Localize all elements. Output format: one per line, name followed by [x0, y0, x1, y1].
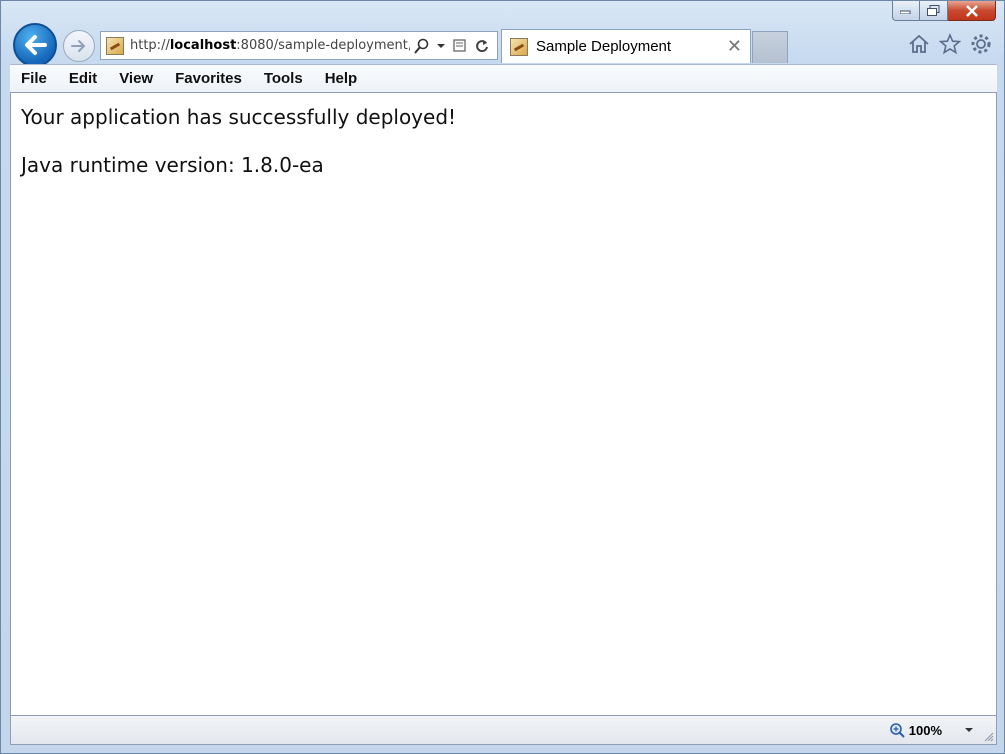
caption-buttons — [892, 1, 996, 21]
menu-file[interactable]: File — [10, 70, 58, 87]
status-bar: 100% — [10, 715, 997, 745]
close-icon — [965, 4, 978, 17]
back-button[interactable] — [13, 23, 57, 67]
search-icon[interactable] — [414, 38, 430, 54]
menu-bar: File Edit View Favorites Tools Help — [10, 64, 997, 93]
site-favicon — [106, 36, 124, 55]
settings-gear-icon[interactable] — [970, 33, 992, 55]
tab-favicon — [510, 37, 528, 56]
url-host: localhost — [169, 38, 237, 53]
menu-tools[interactable]: Tools — [253, 70, 314, 87]
page-content: Your application has successfully deploy… — [10, 93, 997, 715]
zoom-level: 100% — [908, 722, 942, 738]
java-version-text: Java runtime version: 1.8.0-ea — [21, 153, 324, 177]
minimize-icon — [900, 10, 911, 14]
zoom-icon — [889, 723, 905, 738]
restore-icon — [926, 4, 939, 16]
menu-view[interactable]: View — [108, 70, 164, 87]
close-window-button[interactable] — [948, 1, 996, 21]
menu-edit[interactable]: Edit — [58, 70, 108, 87]
url-path: :8080/sample-deployment, — [236, 38, 410, 53]
tab-title: Sample Deployment — [536, 38, 672, 55]
browser-window: http://localhost:8080/sample-deployment,… — [0, 0, 1005, 754]
resize-grip-icon[interactable] — [984, 732, 994, 742]
refresh-icon[interactable] — [474, 38, 490, 54]
menu-help[interactable]: Help — [314, 70, 369, 87]
zoom-dropdown-icon[interactable] — [964, 726, 974, 734]
forward-arrow-icon — [71, 40, 86, 52]
address-bar[interactable]: http://localhost:8080/sample-deployment, — [100, 31, 498, 60]
new-tab-button[interactable] — [752, 31, 788, 63]
restore-button[interactable] — [920, 1, 948, 21]
home-icon[interactable] — [908, 34, 930, 54]
dropdown-icon[interactable] — [436, 42, 446, 50]
tab-close-button[interactable]: ✕ — [727, 36, 742, 57]
zoom-control[interactable]: 100% — [889, 722, 974, 738]
compatibility-icon[interactable] — [452, 38, 468, 54]
url-scheme: http:// — [130, 38, 170, 53]
deploy-success-message: Your application has successfully deploy… — [21, 105, 457, 129]
address-url[interactable]: http://localhost:8080/sample-deployment, — [130, 38, 410, 53]
tab-sample-deployment[interactable]: Sample Deployment ✕ — [501, 29, 751, 63]
minimize-button[interactable] — [892, 1, 920, 21]
forward-button[interactable] — [63, 30, 95, 62]
menu-favorites[interactable]: Favorites — [164, 70, 253, 87]
back-arrow-icon — [25, 35, 47, 55]
address-bar-icons — [414, 38, 490, 54]
toolbar-right-icons — [908, 33, 992, 55]
favorites-star-icon[interactable] — [939, 33, 961, 55]
